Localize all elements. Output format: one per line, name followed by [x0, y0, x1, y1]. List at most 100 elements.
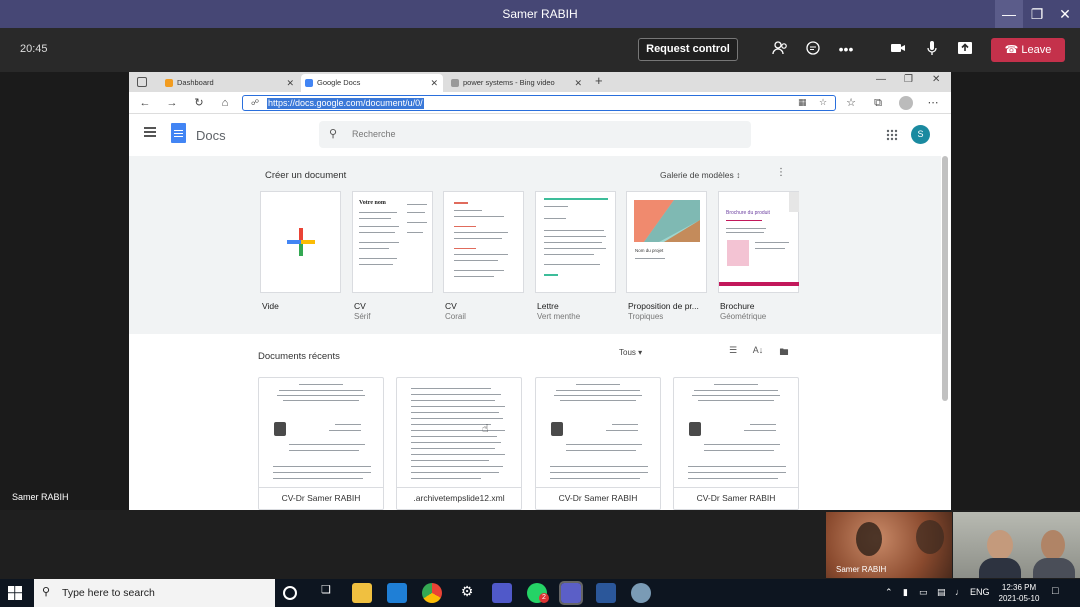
teams-icon[interactable] [492, 583, 512, 603]
reader-mode-icon[interactable]: ▦ [798, 97, 807, 108]
recent-documents: Documents récents Tous ▾ ☰ A↓ 🖿 CV-Dr Sa… [129, 334, 941, 510]
template-gallery-button[interactable]: Galerie de modèles ↕ [660, 170, 740, 180]
tab-label: Google Docs [317, 78, 361, 87]
template-blank[interactable] [260, 191, 341, 293]
home-icon[interactable]: ⌂ [217, 95, 233, 111]
settings-icon[interactable]: ⚙ [457, 583, 477, 603]
request-control-button[interactable]: Request control [638, 38, 738, 61]
tab-bing-video[interactable]: power systems - Bing video ✕ [447, 74, 587, 92]
language-indicator[interactable]: ENG [970, 587, 990, 597]
restore-icon[interactable]: ❐ [1023, 0, 1051, 28]
main-menu-icon[interactable] [144, 127, 156, 137]
favorites-icon[interactable]: ☆ [843, 95, 859, 111]
tab-dashboard[interactable]: Dashboard ✕ [161, 74, 299, 92]
docs-header: Docs ⚲ Recherche S [129, 115, 951, 155]
participant-video-tile[interactable] [953, 512, 1080, 578]
owner-filter-label: Tous [619, 348, 636, 357]
minimize-icon[interactable]: — [876, 74, 886, 85]
owner-filter-dropdown[interactable]: Tous ▾ [619, 348, 642, 357]
profile-icon[interactable] [899, 96, 913, 110]
recent-doc-name: CV-Dr Samer RABIH [536, 487, 660, 509]
lock-icon: ☍ [251, 98, 260, 107]
participant-video-tile[interactable]: Samer RABIH [826, 512, 952, 578]
sort-az-icon[interactable]: A↓ [751, 345, 765, 359]
microphone-icon[interactable] [921, 39, 943, 61]
whatsapp-icon[interactable]: 2 [527, 583, 549, 603]
mail-icon[interactable] [387, 583, 407, 603]
search-input[interactable]: ⚲ Recherche [319, 121, 751, 148]
bing-icon [451, 79, 459, 87]
network-icon[interactable]: ▤ [937, 587, 946, 598]
tab-actions-icon[interactable] [137, 77, 147, 87]
chat-icon[interactable] [802, 39, 824, 61]
recent-doc-card[interactable]: CV-Dr Samer RABIH [258, 377, 384, 510]
close-tab-icon[interactable]: ✕ [286, 74, 294, 92]
more-options-icon[interactable]: ••• [835, 39, 857, 61]
apps-grid-icon[interactable] [886, 128, 898, 141]
notifications-icon[interactable]: □ [1052, 585, 1059, 597]
template-name: Proposition de pr... [628, 301, 699, 311]
template-name: CV [354, 301, 366, 311]
participants-icon[interactable] [769, 39, 791, 61]
recent-doc-name: CV-Dr Samer RABIH [259, 487, 383, 509]
tab-google-docs[interactable]: Google Docs ✕ [301, 74, 443, 92]
docs-logo-icon[interactable] [171, 123, 186, 143]
recent-doc-card[interactable]: CV-Dr Samer RABIH [673, 377, 799, 510]
restore-icon[interactable]: ❐ [904, 74, 913, 85]
template-cv-coral[interactable] [443, 191, 524, 293]
windows-start-icon[interactable] [8, 586, 24, 600]
cortana-icon[interactable] [283, 586, 297, 600]
recent-doc-name: .archivetempslide12.xml [397, 487, 521, 509]
call-controls-bar: 20:45 Request control ••• ☎ Leave [0, 28, 1080, 72]
folder-icon[interactable]: 🖿 [777, 345, 791, 359]
word-icon[interactable] [596, 583, 616, 603]
minimize-icon[interactable]: — [995, 0, 1023, 28]
recent-documents-label: Documents récents [258, 351, 340, 362]
close-tab-icon[interactable]: ✕ [574, 74, 582, 92]
collections-icon[interactable]: ⧉ [870, 95, 886, 111]
battery-icon[interactable]: ▭ [919, 587, 928, 598]
back-icon[interactable]: ← [137, 95, 153, 111]
search-icon: ⚲ [42, 586, 51, 598]
docs-icon [305, 79, 313, 87]
template-cv-serif[interactable]: Votre nom [352, 191, 433, 293]
leave-button[interactable]: ☎ Leave [991, 38, 1065, 62]
more-vert-icon[interactable]: ⋮ [776, 167, 786, 178]
clock-date: 2021-05-10 [998, 594, 1040, 603]
forward-icon[interactable]: → [164, 95, 180, 111]
chrome-icon[interactable] [422, 583, 442, 603]
show-hidden-icons-icon[interactable]: ⌃ [885, 587, 893, 598]
recent-doc-card[interactable]: CV-Dr Samer RABIH [535, 377, 661, 510]
paint-icon[interactable] [631, 583, 651, 603]
favorite-icon[interactable]: ☆ [819, 97, 827, 108]
template-subtitle: Géométrique [720, 312, 767, 321]
camera-icon[interactable] [887, 39, 909, 61]
close-icon[interactable]: ✕ [932, 74, 940, 85]
task-view-icon[interactable]: ❏ [316, 583, 336, 603]
template-brochure[interactable]: Brochure du produit [718, 191, 799, 293]
settings-menu-icon[interactable]: ⋯ [925, 95, 941, 111]
template-subtitle: Corail [445, 312, 466, 321]
avatar[interactable]: S [911, 125, 930, 144]
template-name: Brochure [720, 301, 755, 311]
google-docs-page: Docs ⚲ Recherche S Créer un document Gal… [129, 115, 951, 510]
close-tab-icon[interactable]: ✕ [430, 74, 438, 92]
usb-icon[interactable]: ▮ [903, 587, 908, 598]
share-screen-icon[interactable] [954, 39, 976, 61]
plus-icon [287, 228, 315, 256]
taskbar-search-input[interactable]: ⚲ Type here to search [34, 579, 275, 607]
template-letter-mint[interactable] [535, 191, 616, 293]
close-icon[interactable]: ✕ [1051, 0, 1079, 28]
recent-doc-card[interactable]: .archivetempslide12.xml [396, 377, 522, 510]
list-view-icon[interactable]: ☰ [726, 345, 740, 359]
page-scrollbar[interactable] [942, 156, 948, 401]
file-explorer-icon[interactable] [352, 583, 372, 603]
taskbar-clock[interactable]: 12:36 PM 2021-05-10 [996, 582, 1042, 604]
template-project-proposal[interactable]: Nom du projet [626, 191, 707, 293]
gallery-label: Galerie de modèles [660, 170, 734, 180]
volume-icon[interactable]: ♩ [955, 587, 964, 597]
teams-active-icon[interactable] [559, 581, 583, 605]
url-field[interactable]: ☍ https://docs.google.com/document/u/0/ … [242, 95, 836, 111]
new-tab-button[interactable]: + [595, 73, 603, 88]
refresh-icon[interactable]: ↻ [191, 95, 207, 111]
